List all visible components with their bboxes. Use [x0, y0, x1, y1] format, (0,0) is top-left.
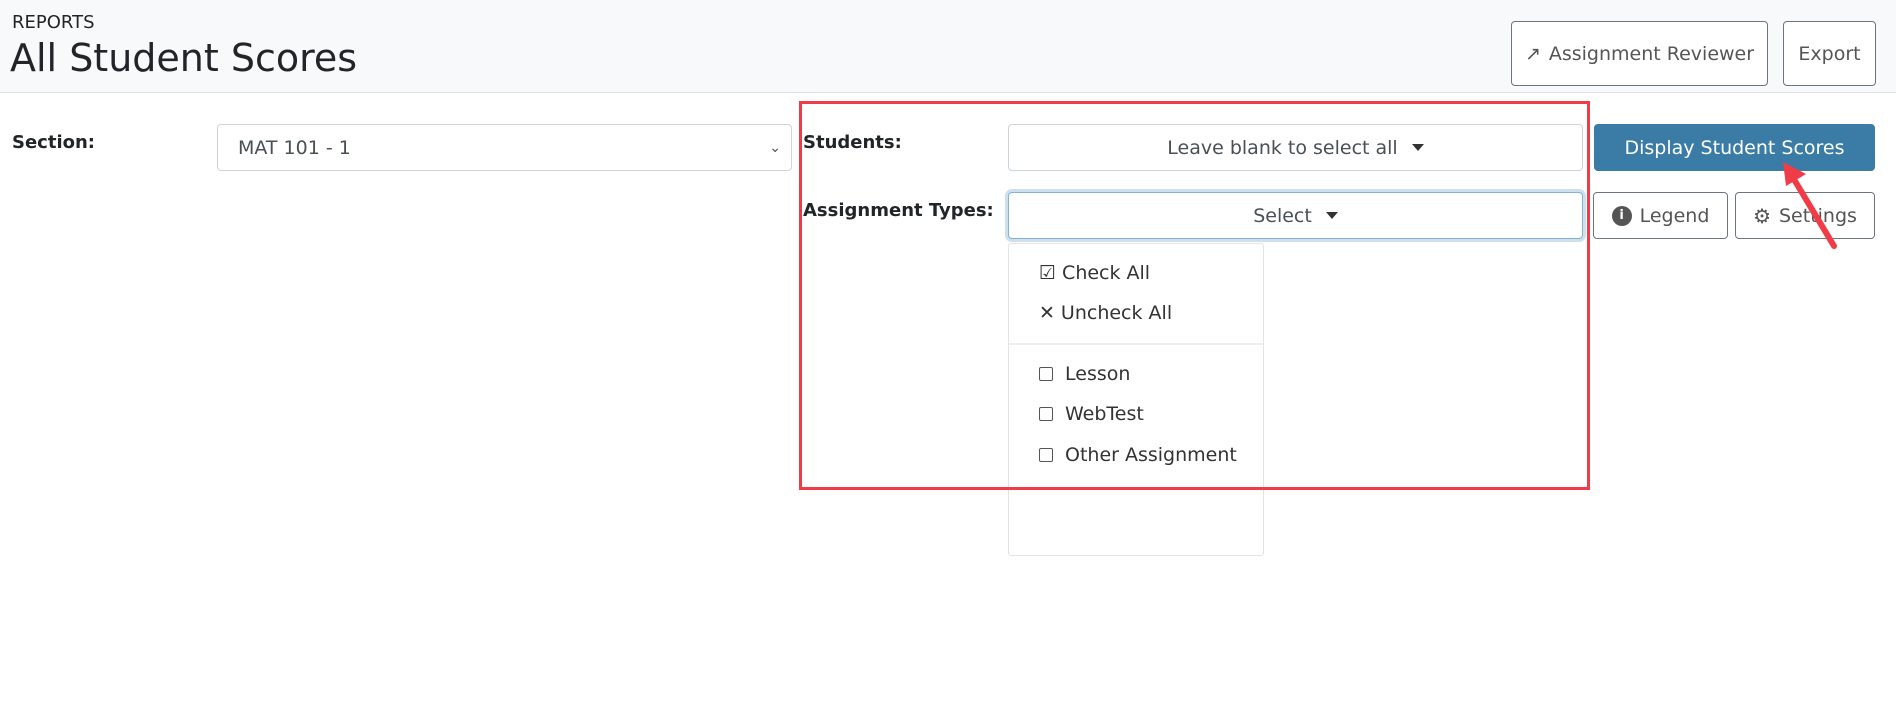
external-link-icon: ↗: [1524, 42, 1541, 65]
assignment-reviewer-button[interactable]: ↗ Assignment Reviewer: [1511, 21, 1768, 86]
highlight-box: [799, 101, 1590, 490]
section-select[interactable]: MAT 101 - 1 ⌄: [217, 124, 792, 171]
page-title: All Student Scores: [10, 36, 358, 80]
assignment-reviewer-label: Assignment Reviewer: [1548, 42, 1755, 65]
breadcrumb: REPORTS: [12, 12, 95, 33]
info-icon: i: [1611, 205, 1632, 226]
section-label: Section:: [12, 132, 95, 153]
export-button[interactable]: Export: [1783, 21, 1876, 86]
annotation-arrow-icon: [1783, 162, 1837, 249]
page-header: REPORTS All Student Scores ↗ Assignment …: [0, 0, 1896, 93]
chevron-down-icon: ⌄: [769, 139, 781, 156]
legend-label: Legend: [1639, 204, 1710, 227]
legend-button[interactable]: i Legend: [1593, 192, 1728, 239]
section-value: MAT 101 - 1: [238, 136, 351, 159]
